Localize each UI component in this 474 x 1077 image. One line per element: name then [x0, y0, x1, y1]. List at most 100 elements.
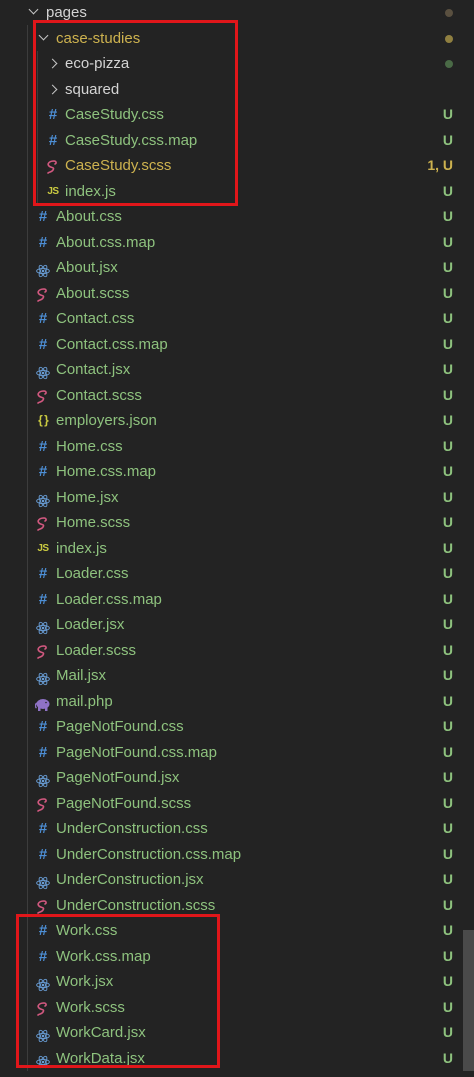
react-icon [35, 618, 51, 635]
git-status-badge: U [442, 743, 453, 760]
file-row[interactable]: # UnderConstruction.css.map U [0, 842, 474, 868]
git-status-badge: U [442, 1024, 453, 1040]
git-status-badge: U [442, 182, 453, 199]
file-row[interactable]: PageNotFound.scss U [0, 791, 474, 817]
file-label: Loader.css [56, 565, 129, 582]
file-label: About.css.map [56, 233, 156, 251]
file-row[interactable]: # PageNotFound.css.map U [0, 740, 474, 766]
file-row[interactable]: JS index.js U [0, 536, 474, 562]
file-label: Mail.jsx [56, 667, 107, 684]
json-braces-icon: { } [38, 413, 49, 427]
git-status-badge: U [442, 259, 453, 275]
file-label: employers.json [56, 412, 157, 429]
highlight-box-case-studies [33, 20, 238, 206]
file-label: About.jsx [56, 259, 118, 276]
scrollbar-thumb[interactable] [463, 930, 474, 1071]
js-icon: JS [37, 542, 49, 554]
file-label: Home.css.map [56, 463, 157, 480]
file-row[interactable]: # Loader.css U [0, 561, 474, 587]
file-label: PageNotFound.scss [56, 794, 192, 812]
git-status-badge: U [442, 565, 453, 581]
git-status-dot [445, 60, 453, 68]
git-status-badge: U [442, 692, 453, 709]
hash-icon: # [38, 310, 48, 327]
git-status-badge: U [442, 590, 453, 607]
file-row[interactable]: Loader.scss U [0, 638, 474, 664]
react-icon [35, 261, 51, 278]
file-row[interactable]: # Loader.css.map U [0, 587, 474, 613]
git-status-badge: U [442, 718, 453, 734]
file-row[interactable]: { } employers.json U [0, 408, 474, 434]
file-row[interactable]: # About.css U [0, 204, 474, 230]
file-label: Home.scss [56, 514, 131, 531]
git-status-badge: U [442, 208, 453, 224]
git-status-badge: U [442, 667, 453, 683]
git-status-badge: U [442, 514, 453, 530]
hash-icon: # [38, 718, 48, 735]
git-status-badge: U [442, 335, 453, 352]
git-status-badge: U [442, 386, 453, 403]
git-status-badge: U [442, 233, 453, 250]
git-status-badge: U [442, 488, 453, 505]
file-label: Loader.scss [56, 641, 137, 659]
react-icon [35, 669, 51, 686]
hash-icon: # [38, 743, 48, 761]
hash-icon: # [38, 208, 48, 225]
react-icon [35, 771, 51, 788]
git-status-badge: U [442, 310, 453, 326]
git-status-badge: U [442, 769, 453, 785]
git-status-badge: U [442, 820, 453, 836]
file-row[interactable]: Home.scss U [0, 510, 474, 536]
git-status-badge: 1, U [427, 157, 453, 173]
file-row[interactable]: Contact.jsx U [0, 357, 474, 383]
file-label: Contact.scss [56, 386, 142, 404]
file-row[interactable]: Contact.scss U [0, 383, 474, 409]
git-status-badge: U [442, 896, 453, 913]
file-row[interactable]: mail.php U [0, 689, 474, 715]
sass-icon [35, 515, 49, 531]
file-row[interactable]: # Home.css.map U [0, 459, 474, 485]
file-label: Home.css [56, 437, 123, 455]
file-label: Contact.css [56, 310, 135, 327]
file-row[interactable]: Loader.jsx U [0, 612, 474, 638]
hash-icon: # [38, 820, 48, 837]
git-status-badge: U [442, 641, 453, 658]
file-row[interactable]: Mail.jsx U [0, 663, 474, 689]
git-status-badge: U [442, 845, 453, 862]
sass-icon [35, 898, 49, 914]
git-status-badge: U [442, 973, 453, 989]
file-row[interactable]: PageNotFound.jsx U [0, 765, 474, 791]
git-status-dot [445, 34, 453, 43]
highlight-box-work-files [16, 914, 220, 1068]
file-row[interactable]: About.scss U [0, 281, 474, 307]
hash-icon: # [38, 233, 48, 251]
file-row[interactable]: # PageNotFound.css U [0, 714, 474, 740]
sass-icon [35, 643, 49, 659]
git-status-badge: U [442, 871, 453, 887]
file-label: Home.jsx [56, 488, 119, 506]
file-row[interactable]: # About.css.map U [0, 230, 474, 256]
git-status-badge: U [442, 922, 453, 938]
git-status-badge: U [442, 616, 453, 632]
git-status-badge: U [442, 131, 453, 148]
sass-icon [35, 388, 49, 404]
file-row[interactable]: Home.jsx U [0, 485, 474, 511]
file-label: Contact.css.map [56, 335, 168, 353]
file-row[interactable]: # Contact.css U [0, 306, 474, 332]
file-label: About.css [56, 208, 122, 225]
react-icon [35, 363, 51, 380]
file-label: PageNotFound.jsx [56, 769, 180, 786]
git-status-badge: U [442, 1049, 453, 1066]
file-label: About.scss [56, 284, 130, 302]
file-label: Loader.jsx [56, 616, 125, 633]
file-row[interactable]: # UnderConstruction.css U [0, 816, 474, 842]
file-row[interactable]: UnderConstruction.jsx U [0, 867, 474, 893]
hash-icon: # [38, 437, 48, 455]
file-row[interactable]: About.jsx U [0, 255, 474, 281]
file-row[interactable]: # Home.css U [0, 434, 474, 460]
file-label: Contact.jsx [56, 361, 131, 378]
file-label: index.js [56, 539, 107, 557]
file-row[interactable]: # Contact.css.map U [0, 332, 474, 358]
git-status-badge: U [442, 947, 453, 964]
git-status-badge: U [442, 361, 453, 377]
